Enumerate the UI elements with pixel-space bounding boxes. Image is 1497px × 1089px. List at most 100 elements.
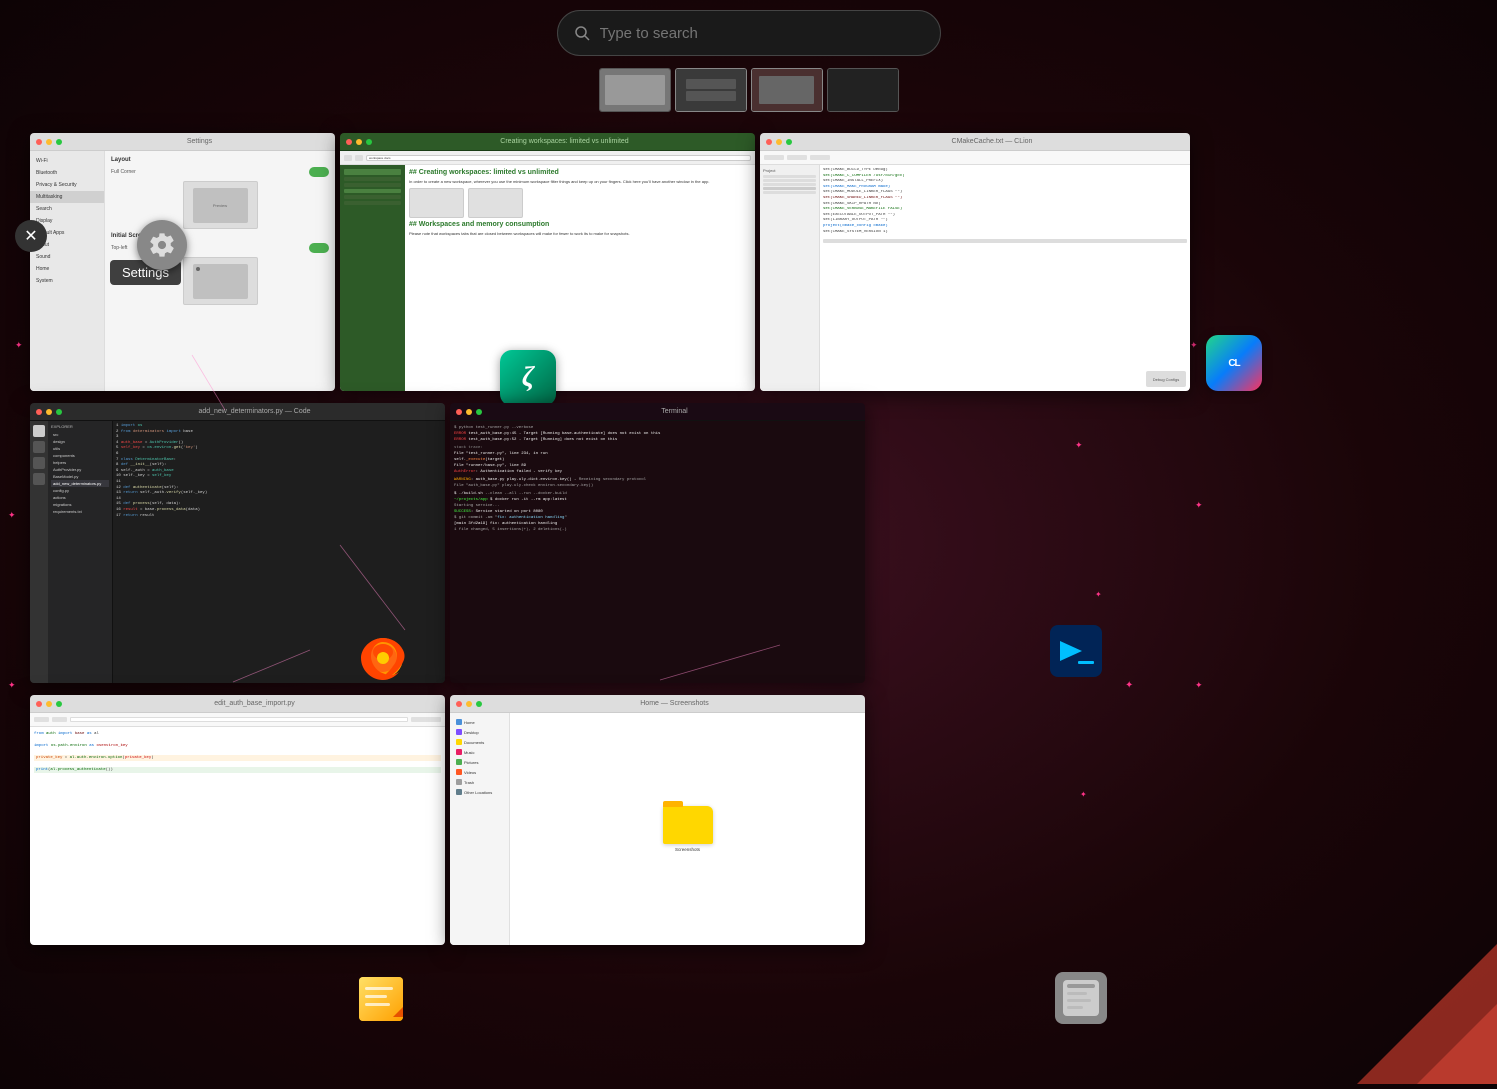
vscode-activity-bar [30,421,48,683]
window-code-bottom[interactable]: edit_auth_base_import.py from auth impor… [30,695,445,945]
filemanager-pictures[interactable]: Pictures [454,757,505,767]
settings-sidebar: Wi-Fi Bluetooth Privacy & Security Multi… [30,151,105,391]
zeta-browser-icon[interactable]: ζ [500,350,556,406]
code-bottom-editor: from auth import base as al import os.pa… [30,727,445,945]
window-title-settings: Settings [70,138,329,145]
ide-bottom-bar: Debug Configs [1146,371,1186,387]
workspace-thumb-4[interactable] [827,68,899,112]
ide-sidebar: Project [760,165,820,391]
window-min-dot [466,409,472,415]
filemanager-videos[interactable]: Videos [454,767,505,777]
window-terminal[interactable]: Terminal $ python test_runner.py --verbo… [450,403,865,683]
settings-toggle-origin[interactable] [309,243,329,253]
window-close-dot [36,139,42,145]
settings-nav-sound[interactable]: Sound [30,251,104,263]
window-max-dot [476,701,482,707]
settings-title: Layout [111,157,329,163]
workspace-thumb-3[interactable] [751,68,823,112]
stickynotes-app-icon[interactable] [355,973,411,1029]
settings-preview-image: Preview [183,181,258,229]
workspace-thumb-1[interactable] [599,68,671,112]
window-title-code-bottom: edit_auth_base_import.py [70,700,439,707]
settings-nav-search[interactable]: Search [30,203,104,215]
search-input[interactable] [600,25,924,42]
zeta-icon-symbol: ζ [522,362,534,394]
window-close-dot [36,701,42,707]
vscode-explorer-icon [33,425,45,437]
workspace-thumb-2[interactable] [675,68,747,112]
settings-nav-home[interactable]: Home [30,263,104,275]
powershell-app-icon[interactable] [1050,625,1102,677]
filemanager-trash[interactable]: Trash [454,777,505,787]
settings-nav-privacy[interactable]: Privacy & Security [30,179,104,191]
filemanager-desktop[interactable]: Desktop [454,727,505,737]
settings-nav-bluetooth[interactable]: Bluetooth [30,167,104,179]
settings-content: Layout Full Corner Preview Initial Scree… [105,151,335,391]
window-close-dot [36,409,42,415]
window-min-dot [466,701,472,707]
docs-heading-1: ## Creating workspaces: limited vs unlim… [409,169,751,176]
docs-image-2 [468,188,523,218]
settings-nav-multitasking[interactable]: Multitasking [30,191,104,203]
docs-text-2: Please note that workspaces tabs that ar… [409,231,751,237]
window-min-dot [46,701,52,707]
window-title-terminal: Terminal [490,408,859,415]
window-min-dot [776,139,782,145]
window-filemanager[interactable]: Home — Screenshots Home Desktop Document… [450,695,865,945]
window-min-dot [46,139,52,145]
window-min-dot [356,139,362,145]
search-bar[interactable] [557,10,941,56]
window-max-dot [786,139,792,145]
window-max-dot [56,139,62,145]
ide-editor: set(CMAKE_BUILD_TYPE Debug) set(CMAKE_C_… [820,165,1190,391]
filemanager-folder-icon [663,806,713,844]
window-close-dot [456,409,462,415]
clion-app-icon[interactable]: CL [1206,335,1262,391]
window-title-docs: Creating workspaces: limited vs unlimite… [380,138,749,145]
filemanager-folder-label: Screenshots [675,847,700,852]
vscode-git-icon [33,457,45,469]
settings-toggle-full-corner[interactable] [309,167,329,177]
firefox-app-icon[interactable] [355,630,411,686]
settings-origin-label: Top-left [111,245,127,251]
filemanager-home[interactable]: Home [454,717,505,727]
filemanager-other[interactable]: Other Locations [454,787,505,797]
window-max-dot [476,409,482,415]
files-app-icon[interactable] [1055,972,1107,1029]
window-title-vscode: add_new_determinators.py — Code [70,408,439,415]
window-close-button[interactable]: ✕ [15,220,47,252]
docs-text-1: In order to create a new workspace, wher… [409,179,751,185]
window-close-dot [766,139,772,145]
window-title-ide-top: CMakeCache.txt — CLion [800,138,1184,145]
filemanager-documents[interactable]: Documents [454,737,505,747]
settings-preview-origin [183,257,258,305]
window-close-dot [346,139,352,145]
window-settings[interactable]: Settings Wi-Fi Bluetooth Privacy & Secur… [30,133,335,391]
search-container [557,10,941,56]
terminal-content: $ python test_runner.py --verbose ERROR … [450,421,865,683]
settings-label-full-corner: Full Corner [111,169,136,175]
filemanager-main-content: Screenshots [510,713,865,945]
windows-grid: Settings Wi-Fi Bluetooth Privacy & Secur… [0,125,1497,1084]
filemanager-music[interactable]: Music [454,747,505,757]
window-max-dot [56,409,62,415]
docs-heading-2: ## Workspaces and memory consumption [409,221,751,228]
close-icon: ✕ [24,226,37,246]
settings-nav-system[interactable]: System [30,275,104,287]
window-min-dot [46,409,52,415]
vscode-file-explorer: Explorer src design utils components hel… [48,421,113,683]
window-title-filemanager: Home — Screenshots [490,700,859,707]
vscode-search-icon [33,441,45,453]
window-max-dot [56,701,62,707]
vscode-debug-icon [33,473,45,485]
window-max-dot [366,139,372,145]
workspace-strip [599,68,899,112]
settings-gear-icon [137,220,187,270]
filemanager-sidebar: Home Desktop Documents Music [450,713,510,945]
search-icon [574,25,590,41]
window-close-dot [456,701,462,707]
window-ide-top[interactable]: CMakeCache.txt — CLion Project [760,133,1190,391]
settings-nav-wifi[interactable]: Wi-Fi [30,155,104,167]
clion-icon-text: CL [1228,358,1239,369]
docs-image-1 [409,188,464,218]
